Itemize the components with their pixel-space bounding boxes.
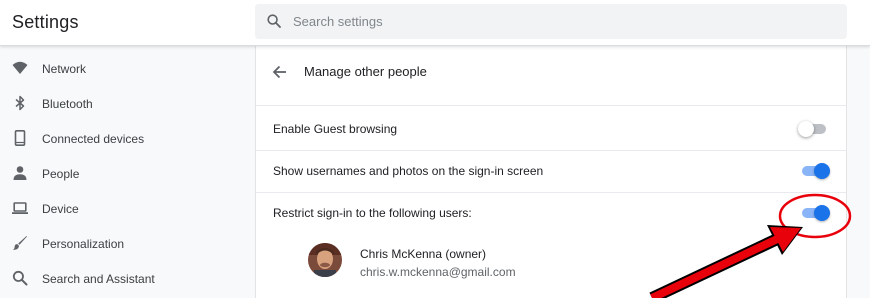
top-bar: Settings xyxy=(0,0,870,46)
restrict-sign-in-toggle[interactable] xyxy=(800,205,830,221)
sidebar-item-search-and-assistant[interactable]: Search and Assistant xyxy=(0,262,255,296)
sidebar-item-people[interactable]: People xyxy=(0,157,255,191)
sidebar-item-connected-devices[interactable]: Connected devices xyxy=(0,122,255,156)
person-icon xyxy=(13,166,27,180)
sidebar-item-device[interactable]: Device xyxy=(0,192,255,226)
wifi-icon xyxy=(12,61,28,74)
sidebar-item-personalization[interactable]: Personalization xyxy=(0,227,255,261)
user-email: chris.w.mckenna@gmail.com xyxy=(360,265,516,279)
setting-label-guest-browsing: Enable Guest browsing xyxy=(273,122,398,136)
sidebar-item-label: People xyxy=(42,167,80,181)
toggle-knob xyxy=(814,205,830,221)
bluetooth-icon xyxy=(15,95,25,111)
search-icon xyxy=(267,14,281,28)
sidebar-item-label: Device xyxy=(42,202,79,216)
app-title: Settings xyxy=(12,12,79,32)
laptop-icon xyxy=(12,202,28,214)
settings-panel: Manage other people Enable Guest browsin… xyxy=(255,46,847,298)
show-usernames-toggle[interactable] xyxy=(800,163,830,179)
divider xyxy=(256,192,846,193)
search-input[interactable] xyxy=(293,4,833,39)
sidebar: Network Bluetooth Connected devices Peop… xyxy=(0,46,255,298)
sidebar-item-label: Search and Assistant xyxy=(42,272,155,286)
sidebar-item-label: Bluetooth xyxy=(42,97,93,111)
user-name: Chris McKenna (owner) xyxy=(360,247,487,261)
guest-browsing-toggle[interactable] xyxy=(798,121,828,137)
arrow-back-icon[interactable] xyxy=(270,62,290,82)
divider xyxy=(256,105,846,106)
sidebar-item-label: Personalization xyxy=(42,237,125,251)
setting-label-restrict-sign-in: Restrict sign-in to the following users: xyxy=(273,206,472,220)
sidebar-item-label: Network xyxy=(42,62,87,76)
toggle-knob xyxy=(798,121,814,137)
phone-icon xyxy=(14,130,26,146)
toggle-knob xyxy=(814,163,830,179)
brush-icon xyxy=(13,236,27,250)
setting-label-show-usernames: Show usernames and photos on the sign-in… xyxy=(273,164,544,178)
sidebar-item-bluetooth[interactable]: Bluetooth xyxy=(0,87,255,121)
search-icon xyxy=(12,270,28,286)
divider xyxy=(256,150,846,151)
page-title: Manage other people xyxy=(304,64,427,79)
sidebar-item-label: Connected devices xyxy=(42,132,145,146)
avatar xyxy=(308,243,342,277)
search-box[interactable] xyxy=(255,4,847,39)
sidebar-item-network[interactable]: Network xyxy=(0,52,255,86)
